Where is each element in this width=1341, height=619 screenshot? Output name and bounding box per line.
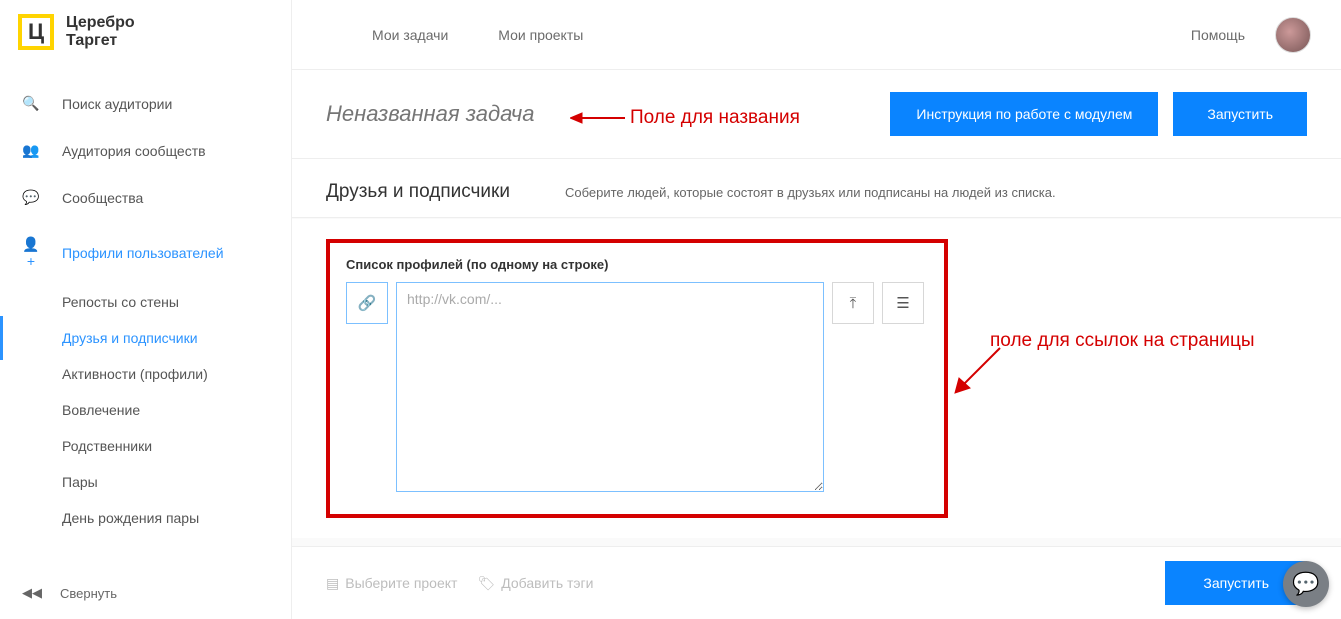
collapse-icon: ◀◀ bbox=[22, 585, 42, 601]
nav-community-audience[interactable]: 👥 Аудитория сообществ bbox=[0, 127, 291, 174]
chat-icon: 💬 bbox=[1292, 571, 1319, 597]
help-link[interactable]: Помощь bbox=[1191, 27, 1245, 43]
logo-text: Церебро Таргет bbox=[66, 14, 135, 49]
sidebar: Ц Церебро Таргет 🔍 Поиск аудитории 👥 Ауд… bbox=[0, 0, 292, 619]
profile-list-label: Список профилей (по одному на строке) bbox=[346, 257, 924, 272]
nav-search-audience[interactable]: 🔍 Поиск аудитории bbox=[0, 80, 291, 127]
sub-friends-followers[interactable]: Друзья и подписчики bbox=[62, 320, 291, 356]
upload-button[interactable]: ⤒ bbox=[832, 282, 874, 324]
book-icon: ▤ bbox=[326, 575, 339, 592]
logo[interactable]: Ц Церебро Таргет bbox=[0, 0, 291, 70]
section-title: Друзья и подписчики bbox=[326, 181, 510, 203]
sub-couples[interactable]: Пары bbox=[62, 464, 291, 500]
sub-couple-birthday[interactable]: День рождения пары bbox=[62, 500, 291, 536]
add-tags[interactable]: 🏷 Добавить тэги bbox=[477, 575, 593, 592]
nav-label: Профили пользователей bbox=[62, 245, 224, 261]
sub-activities[interactable]: Активности (профили) bbox=[62, 356, 291, 392]
upload-icon: ⤒ bbox=[850, 295, 857, 312]
tab-my-projects[interactable]: Мои проекты bbox=[498, 27, 583, 43]
collapse-label: Свернуть bbox=[60, 586, 117, 601]
run-button-top[interactable]: Запустить bbox=[1173, 92, 1307, 136]
comment-icon: 💬 bbox=[22, 189, 40, 206]
logo-mark: Ц bbox=[18, 14, 54, 50]
task-title-input[interactable] bbox=[326, 101, 576, 127]
users-icon: 👥 bbox=[22, 142, 40, 159]
collapse-sidebar[interactable]: ◀◀ Свернуть bbox=[0, 577, 291, 609]
section-header: Друзья и подписчики Соберите людей, кото… bbox=[292, 159, 1341, 218]
link-icon: 🔗 bbox=[358, 294, 377, 312]
section-desc: Соберите людей, которые состоят в друзья… bbox=[565, 185, 1056, 200]
sub-reposts[interactable]: Репосты со стены bbox=[62, 284, 291, 320]
instructions-button[interactable]: Инструкция по работе с модулем bbox=[890, 92, 1158, 136]
nav-label: Аудитория сообществ bbox=[62, 143, 206, 159]
search-icon: 🔍 bbox=[22, 95, 40, 112]
select-project[interactable]: ▤ Выберите проект bbox=[326, 575, 457, 592]
sub-nav: Репосты со стены Друзья и подписчики Акт… bbox=[0, 284, 291, 536]
nav-label: Поиск аудитории bbox=[62, 96, 172, 112]
chat-bubble[interactable]: 💬 bbox=[1283, 561, 1329, 607]
user-plus-icon: 👤+ bbox=[22, 236, 40, 269]
nav-user-profiles[interactable]: 👤+ Профили пользователей bbox=[0, 221, 291, 284]
sub-engagement[interactable]: Вовлечение bbox=[62, 392, 291, 428]
link-mode-button[interactable]: 🔗 bbox=[346, 282, 388, 324]
form-area: Список профилей (по одному на строке) 🔗 … bbox=[292, 219, 1341, 538]
content: Инструкция по работе с модулем Запустить… bbox=[292, 70, 1341, 619]
footer: ▤ Выберите проект 🏷 Добавить тэги Запуст… bbox=[292, 546, 1341, 619]
list-button[interactable]: ☰ bbox=[882, 282, 924, 324]
titlebar: Инструкция по работе с модулем Запустить bbox=[292, 70, 1341, 159]
nav-label: Сообщества bbox=[62, 190, 143, 206]
tab-my-tasks[interactable]: Мои задачи bbox=[372, 27, 448, 43]
nav-communities[interactable]: 💬 Сообщества bbox=[0, 174, 291, 221]
annotated-box: Список профилей (по одному на строке) 🔗 … bbox=[326, 239, 948, 518]
main-nav: 🔍 Поиск аудитории 👥 Аудитория сообществ … bbox=[0, 70, 291, 536]
profile-list-textarea[interactable] bbox=[396, 282, 824, 492]
top-tabs: Мои задачи Мои проекты bbox=[372, 27, 583, 43]
topbar: Мои задачи Мои проекты Помощь bbox=[292, 0, 1341, 70]
list-icon: ☰ bbox=[896, 294, 909, 312]
avatar[interactable] bbox=[1275, 17, 1311, 53]
sub-relatives[interactable]: Родственники bbox=[62, 428, 291, 464]
tag-icon: 🏷 bbox=[477, 575, 495, 592]
